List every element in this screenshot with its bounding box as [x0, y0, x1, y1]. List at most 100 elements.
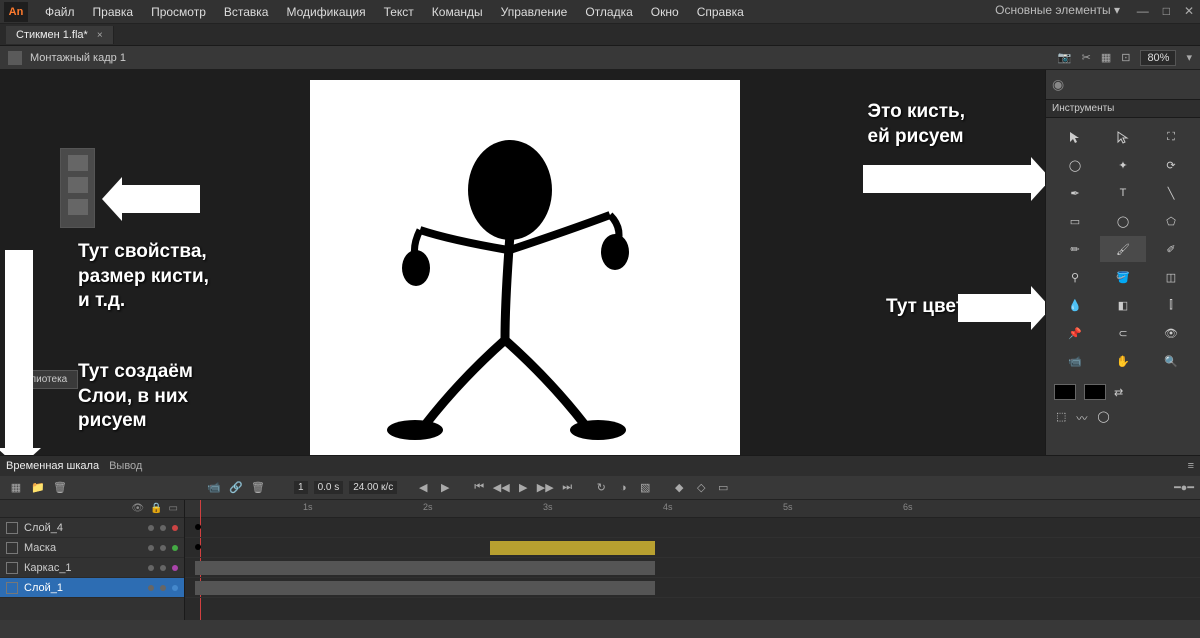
workspace-selector[interactable]: Основные элементы ▾ [995, 3, 1120, 17]
properties-panel[interactable] [60, 148, 95, 228]
rectangle-tool[interactable]: ▭ [1052, 208, 1098, 234]
timeline-zoom-slider[interactable]: ━●━ [1176, 481, 1192, 495]
frames-column[interactable]: 1s 2s 3s 4s 5s 6s [185, 500, 1200, 620]
insert-frame-icon[interactable]: ▭ [715, 481, 731, 495]
object-drawing-icon[interactable]: ◯ [1097, 410, 1109, 426]
timeline-ruler[interactable]: 1s 2s 3s 4s 5s 6s [185, 500, 1200, 518]
selection-tool[interactable] [1052, 124, 1098, 150]
frame-row[interactable] [185, 578, 1200, 598]
frame-span[interactable] [490, 541, 655, 555]
paint-bucket-tool[interactable]: 🪣 [1100, 264, 1146, 290]
frame-row[interactable] [185, 518, 1200, 538]
zoom-chevron-icon[interactable]: ▾ [1186, 51, 1192, 64]
insert-kf-icon[interactable]: ◆ [671, 481, 687, 495]
menu-help[interactable]: Справка [688, 5, 753, 19]
goto-first-icon[interactable]: ⏮ [471, 481, 487, 495]
brush-tool[interactable]: 🖌 [1100, 236, 1146, 262]
prop-icon-2[interactable] [68, 177, 88, 193]
layer-row[interactable]: Слой_4 [0, 518, 184, 538]
step-back-icon[interactable]: ◀◀ [493, 481, 509, 495]
snap-icon[interactable]: ⬚ [1056, 410, 1066, 426]
step-fwd-icon[interactable]: ▶▶ [537, 481, 553, 495]
scene-icon[interactable] [8, 51, 22, 65]
subselection-tool[interactable] [1100, 124, 1146, 150]
text-tool[interactable]: T [1100, 180, 1146, 206]
magic-wand-tool[interactable]: ✦ [1100, 152, 1146, 178]
prev-icon[interactable]: ◀ [415, 481, 431, 495]
document-tab[interactable]: Стикмен 1.fla* × [6, 26, 114, 44]
maximize-icon[interactable]: □ [1163, 4, 1170, 18]
lasso-tool[interactable]: ◯ [1052, 152, 1098, 178]
layer-row[interactable]: Слой_1 [0, 578, 184, 598]
outline-header-icon[interactable]: ▭ [169, 503, 178, 514]
pencil-tool[interactable]: ✏ [1052, 236, 1098, 262]
menu-control[interactable]: Управление [492, 5, 577, 19]
bone-tool[interactable]: ⚲ [1052, 264, 1098, 290]
oval-tool[interactable]: ◯ [1100, 208, 1146, 234]
edit-multi-icon[interactable]: ▧ [637, 481, 653, 495]
pin-tool[interactable]: 📌 [1052, 320, 1098, 346]
free-transform-tool[interactable]: ⛶ [1148, 124, 1194, 150]
line-tool[interactable]: ╲ [1148, 180, 1194, 206]
timeline-menu-icon[interactable]: ≡ [1188, 460, 1194, 472]
zoom-tool[interactable]: 🔍 [1148, 348, 1194, 374]
menu-window[interactable]: Окно [642, 5, 688, 19]
hand-tool[interactable]: ✋ [1100, 348, 1146, 374]
grid-icon[interactable]: ▦ [1101, 51, 1111, 64]
loop-icon[interactable]: ↻ [593, 481, 609, 495]
eraser-tool[interactable]: ◧ [1100, 292, 1146, 318]
pen-tool[interactable]: ✒ [1052, 180, 1098, 206]
menu-text[interactable]: Текст [375, 5, 423, 19]
keyframe[interactable] [195, 524, 201, 530]
stroke-color-swatch[interactable] [1054, 384, 1076, 400]
timeline-tab[interactable]: Временная шкала [6, 460, 99, 472]
camera-tool[interactable]: 📹 [1052, 348, 1098, 374]
delete-icon[interactable]: 🗑 [250, 481, 266, 495]
onion-skin-icon[interactable]: ◑ [615, 481, 631, 495]
clip-icon[interactable]: ✂ [1082, 51, 1091, 64]
keyframe[interactable] [195, 544, 201, 550]
prop-icon-1[interactable] [68, 155, 88, 171]
paint-brush-tool[interactable]: ✐ [1148, 236, 1194, 262]
delete-layer-icon[interactable]: 🗑 [52, 481, 68, 495]
cc-icon[interactable]: ◉ [1052, 76, 1064, 93]
layer-row[interactable]: Каркас_1 [0, 558, 184, 578]
new-layer-icon[interactable]: ▦ [8, 481, 24, 495]
menu-view[interactable]: Просмотр [142, 5, 215, 19]
swap-colors-icon[interactable]: ⇄ [1114, 386, 1123, 399]
zoom-input[interactable]: 80% [1140, 50, 1176, 66]
fill-color-swatch[interactable] [1084, 384, 1106, 400]
tab-close-icon[interactable]: × [97, 30, 103, 41]
prop-icon-3[interactable] [68, 199, 88, 215]
canvas[interactable] [310, 80, 740, 455]
camera-icon[interactable]: 📷 [1058, 51, 1072, 64]
menu-modify[interactable]: Модификация [277, 5, 374, 19]
play-icon[interactable]: ▶ [515, 481, 531, 495]
visibility-header-icon[interactable]: 👁 [131, 503, 144, 514]
insert-blank-kf-icon[interactable]: ◇ [693, 481, 709, 495]
close-icon[interactable]: ✕ [1184, 4, 1194, 18]
next-icon[interactable]: ▶ [437, 481, 453, 495]
minimize-icon[interactable]: — [1137, 4, 1149, 18]
polystar-tool[interactable]: ⬠ [1148, 208, 1194, 234]
menu-insert[interactable]: Вставка [215, 5, 278, 19]
goto-last-icon[interactable]: ⏭ [559, 481, 575, 495]
frame-span[interactable] [195, 581, 655, 595]
menu-debug[interactable]: Отладка [576, 5, 641, 19]
camera-toggle-icon[interactable]: 📹 [206, 481, 222, 495]
fps-display[interactable]: 24.00 к/с [349, 481, 397, 494]
frame-span[interactable] [195, 561, 655, 575]
layer-row[interactable]: Маска [0, 538, 184, 558]
link-icon[interactable]: 🔗 [228, 481, 244, 495]
frame-row[interactable] [185, 558, 1200, 578]
bind-tool[interactable]: ⊂ [1100, 320, 1146, 346]
new-folder-icon[interactable]: 📁 [30, 481, 46, 495]
eyedropper-tool[interactable]: 💧 [1052, 292, 1098, 318]
smooth-icon[interactable]: 〰 [1076, 410, 1087, 426]
ink-bottle-tool[interactable]: ◫ [1148, 264, 1194, 290]
menu-commands[interactable]: Команды [423, 5, 492, 19]
width-tool[interactable]: ⫿ [1148, 292, 1194, 318]
3d-rotation-tool[interactable]: ⟳ [1148, 152, 1194, 178]
lock-header-icon[interactable]: 🔒 [150, 503, 162, 514]
stage-area[interactable]: блиотека Тут свойства, размер кисти, и т… [0, 70, 1045, 455]
